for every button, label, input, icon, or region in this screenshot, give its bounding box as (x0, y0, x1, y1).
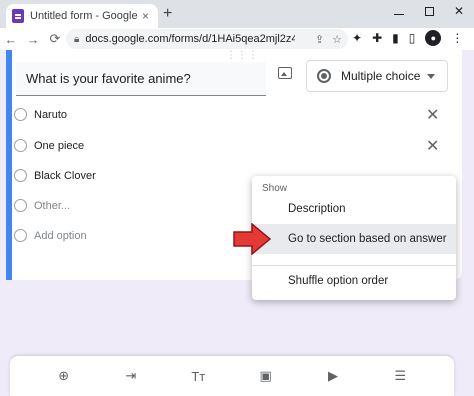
url-text: docs.google.com/forms/d/1HAi5qea2mjl2z45… (85, 33, 296, 45)
add-option-label[interactable]: Add option (34, 230, 87, 242)
option-row[interactable]: One piece (14, 139, 84, 152)
video-icon[interactable]: ▶ (323, 368, 343, 384)
reading-list-icon[interactable]: ▮ (392, 31, 399, 45)
question-title-input[interactable]: What is your favorite anime? (16, 62, 266, 96)
radio-icon (14, 199, 27, 212)
radio-icon (14, 229, 27, 242)
radio-icon (14, 139, 27, 152)
lock-icon: 🔒︎ (74, 33, 80, 45)
radio-icon (14, 108, 27, 121)
reload-icon[interactable]: ⟳ (44, 31, 66, 47)
new-tab-button[interactable]: + (163, 6, 172, 22)
browser-toolbar: ← → ⟳ 🔒︎ docs.google.com/forms/d/1HAi5qe… (0, 28, 474, 50)
option-label-other[interactable]: Other... (34, 200, 70, 212)
more-options-menu: Show Description Go to section based on … (252, 176, 456, 300)
add-option-row[interactable]: Add option (14, 229, 87, 242)
add-question-icon[interactable]: ⊕ (54, 368, 74, 384)
browser-tab[interactable]: Untitled form - Google Forms × (6, 4, 158, 28)
bookmark-star-icon[interactable]: ☆ (332, 33, 342, 46)
form-bottom-toolbar: ⊕ ⇥ Tт ▣ ▶ ☰ (10, 356, 454, 396)
remove-option-icon[interactable]: ✕ (426, 139, 439, 155)
maximize-button[interactable] (422, 4, 436, 19)
add-image-icon[interactable] (278, 67, 292, 79)
page-edge (464, 50, 474, 396)
sidebar-icon[interactable]: ▯ (409, 31, 416, 45)
tab-close-icon[interactable]: × (142, 9, 149, 23)
menu-item-description[interactable]: Description (252, 194, 456, 224)
extension-icon[interactable]: ✦ (352, 31, 362, 45)
extensions-puzzle-icon[interactable]: ✚ (372, 31, 382, 45)
forward-icon[interactable]: → (22, 32, 44, 47)
title-text-icon[interactable]: Tт (188, 369, 208, 384)
radio-icon (14, 169, 27, 182)
minimize-button[interactable] (392, 4, 406, 19)
remove-option-icon[interactable]: ✕ (426, 108, 439, 124)
section-icon[interactable]: ☰ (390, 368, 410, 384)
more-menu-icon[interactable]: ⋮ (451, 31, 463, 45)
drag-handle-icon[interactable]: ⋮⋮⋮ (226, 50, 259, 61)
option-label[interactable]: Black Clover (34, 170, 96, 182)
menu-item-go-to-section[interactable]: Go to section based on answer (252, 224, 456, 254)
option-label[interactable]: Naruto (34, 109, 67, 121)
share-icon[interactable]: ⇪ (315, 33, 324, 46)
browser-tab-bar: Untitled form - Google Forms × + ✕ (0, 0, 474, 28)
profile-avatar[interactable]: ● (425, 30, 442, 46)
chevron-down-icon (427, 74, 435, 79)
question-type-dropdown[interactable]: Multiple choice (306, 60, 448, 92)
red-pointer-arrow-icon (233, 223, 272, 255)
option-row-other[interactable]: Other... (14, 199, 70, 212)
menu-item-shuffle-option-order[interactable]: Shuffle option order (252, 266, 456, 296)
google-forms-favicon-icon (12, 9, 24, 23)
import-question-icon[interactable]: ⇥ (121, 368, 141, 384)
image-icon[interactable]: ▣ (256, 368, 276, 384)
window-controls: ✕ (392, 4, 466, 19)
option-row[interactable]: Black Clover (14, 169, 96, 182)
option-label[interactable]: One piece (34, 140, 84, 152)
back-icon[interactable]: ← (0, 32, 22, 47)
radio-button-icon (317, 69, 331, 83)
address-bar[interactable]: 🔒︎ docs.google.com/forms/d/1HAi5qea2mjl2… (66, 29, 348, 49)
tab-title: Untitled form - Google Forms (30, 10, 138, 22)
menu-header: Show (262, 183, 288, 194)
option-row[interactable]: Naruto (14, 108, 67, 121)
question-type-label: Multiple choice (341, 69, 421, 83)
close-window-button[interactable]: ✕ (452, 4, 466, 19)
